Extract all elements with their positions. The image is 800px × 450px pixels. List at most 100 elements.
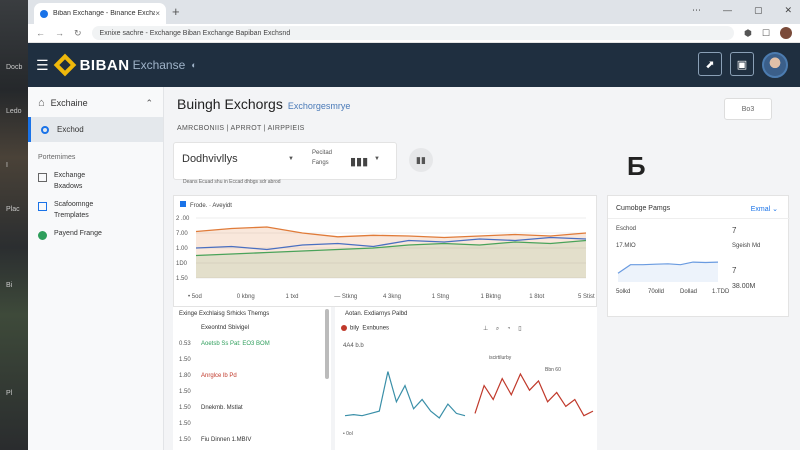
x-tick-label: 1.TDD — [712, 289, 730, 295]
new-tab-button[interactable]: + — [172, 4, 180, 19]
series-line — [474, 372, 594, 417]
brand-logo-icon — [53, 53, 76, 77]
row-text: Exeontnd Sbivigel — [201, 325, 250, 331]
reload-icon[interactable]: ↻ — [74, 28, 82, 39]
desktop-label: Pl — [6, 390, 13, 397]
desktop-label: I — [6, 162, 8, 169]
sidebar-item-templates[interactable]: Scafoomnge Tremplates — [28, 196, 163, 225]
desktop-label: Ledo — [6, 108, 22, 115]
row-text: Aoetsb Ss Pat: EO3 BOM — [201, 341, 270, 347]
pause-button[interactable]: ▮▮ — [409, 148, 433, 172]
page-subtitle: Exchorgesmrye — [287, 101, 351, 111]
filter-bar: Dodhvivllys ▼ Pecitad Fangs ▮▮▮ ▼ — [173, 142, 397, 180]
themes-list-panel: Exinge Exchlaisg Srhicks Themgs Exeontnd… — [173, 307, 331, 450]
profile-avatar[interactable] — [780, 27, 792, 39]
bar-chart-icon[interactable]: ▮▮▮ — [350, 155, 368, 168]
desktop-label: Bi — [6, 282, 13, 289]
x-tick-label: 1 8tot — [529, 294, 544, 300]
list-item[interactable]: 0.53 Aoetsb Ss Pat: EO3 BOM — [179, 341, 270, 347]
main-content: Buingh Exchorgs Exchorgesmrye Bo3 AMRCBON… — [165, 87, 800, 450]
y-tick-label: 1.50 — [176, 276, 188, 282]
browser-toolbar: ← → ↻ Exnixe sachre - Exchange Biban Exc… — [28, 24, 800, 43]
chevron-down-icon[interactable]: ▼ — [288, 156, 294, 162]
list-item[interactable]: Exeontnd Sbivigel — [179, 325, 249, 331]
y-tick-label: 1.00 — [176, 246, 188, 252]
summary-card: Cumobge Pamgs Exmal ⌄ Eschod 7 17.MIO Sg… — [607, 195, 790, 318]
list-icon — [38, 173, 47, 182]
sidebar-item-label: Exchod — [57, 125, 84, 134]
desktop-label: Plac — [6, 206, 20, 213]
row-number: 1.80 — [179, 373, 191, 379]
circle-icon — [41, 125, 49, 134]
list-item[interactable]: 1.50 — [179, 389, 201, 395]
sidebar-item-payment[interactable]: Payend Frange — [28, 225, 163, 244]
summary-chart[interactable]: 5olkd 70olld Dollad 1.TDD — [608, 196, 790, 318]
back-icon[interactable]: ← — [36, 28, 45, 38]
volatility-chart[interactable] — [335, 307, 597, 450]
url-text: Exnixe sachre - Exchange Biban Exchange … — [99, 29, 291, 37]
row-number: 1.50 — [179, 357, 191, 363]
window-controls: ⋯ — ▢ ✕ — [692, 5, 792, 16]
row-text: Anrglce lb Pd — [201, 373, 237, 379]
scrollbar[interactable] — [325, 309, 329, 379]
brand-glyph-icon: Ƃ — [627, 151, 646, 181]
price-chart[interactable]: 2 .00 7.00 1.00 1D0 1.50 • 5od 0 kbng 1 txd — St… — [174, 196, 598, 308]
sidebar-item-label: Exchange Bxadows — [54, 172, 86, 190]
browser-tab[interactable]: Biban Exchange - Binance Exchange × — [34, 3, 166, 24]
desktop-background: Docb Ledo I Plac Bi Pl — [0, 0, 28, 450]
sidebar-item-exchange[interactable]: Exchange Bxadows — [28, 167, 163, 196]
row-number: 1.50 — [179, 389, 191, 395]
menu-icon[interactable]: ☰ — [36, 57, 49, 74]
price-chart-card: Frode. · Aveyidt 2 .00 7.00 1.00 1D0 1.50 • 5… — [173, 195, 597, 307]
favicon-icon — [40, 9, 48, 18]
list-item[interactable]: 1.80 Anrglce lb Pd — [179, 373, 237, 379]
sidebar-header-label: Exchaine — [50, 98, 88, 108]
menu-dots-icon[interactable]: ⋯ — [692, 5, 701, 16]
row-text: Dnekmb. Mstlat — [201, 405, 243, 411]
panel-title: Exinge Exchlaisg Srhicks Themgs — [179, 311, 270, 317]
breadcrumb[interactable]: AMRCBONIIS | APRROT | AIRPPIEIS — [177, 125, 305, 132]
x-tick-label: 1 Stng — [432, 294, 449, 300]
list-item[interactable]: 1.50 — [179, 357, 201, 363]
maximize-icon[interactable]: ▢ — [754, 5, 763, 16]
sidebar-item-active[interactable]: Exchod — [28, 117, 163, 142]
extension-icon[interactable]: ⬢ — [744, 28, 752, 39]
close-window-icon[interactable]: ✕ — [784, 5, 792, 16]
x-tick-label: • 5od — [188, 294, 202, 300]
user-avatar[interactable] — [762, 52, 788, 78]
page-title: Buingh Exchorgs Exchorgesmrye — [177, 96, 351, 112]
minimize-icon[interactable]: — — [723, 5, 732, 16]
theme-icon[interactable]: ◐ — [191, 60, 196, 70]
volatility-chart-panel: Aotan. Exdiarnys Palbd bily Exnbunes ⊥ ⌕… — [335, 307, 597, 450]
y-tick-label: 1D0 — [176, 261, 188, 267]
close-tab-icon[interactable]: × — [155, 9, 160, 18]
x-tick-label: 5olkd — [616, 289, 630, 295]
x-tick-label: 4 3kng — [383, 294, 401, 300]
top-right-button[interactable]: Bo3 — [724, 98, 772, 120]
sidebar: ⌂ Exchaine ⌃ Exchod Portemimes Exchange B… — [28, 87, 164, 450]
x-tick-label: 70olld — [648, 289, 664, 295]
forward-icon[interactable]: → — [55, 28, 64, 38]
row-number: 1.50 — [179, 405, 191, 411]
list-item[interactable]: 1.50 Fiu Dinnen 1.MBIV — [179, 437, 251, 443]
row-number: 1.50 — [179, 421, 191, 427]
y-tick-label: 2 .00 — [176, 216, 190, 222]
chevron-up-icon[interactable]: ⌃ — [145, 98, 153, 109]
series-line — [344, 371, 466, 419]
extension-icon[interactable]: ☐ — [762, 28, 770, 39]
list-item[interactable]: 1.50 — [179, 421, 201, 427]
wallet-button[interactable]: ▣ — [730, 52, 754, 76]
market-select[interactable]: Dodhvivllys — [182, 153, 238, 165]
chevron-down-icon[interactable]: ▼ — [374, 156, 380, 162]
filter-note: Deans Ecuad shu in Eccad dhbgs sdr abrod — [183, 179, 281, 185]
sidebar-header[interactable]: ⌂ Exchaine ⌃ — [28, 87, 163, 117]
sidebar-item-label: Scafoomnge Tremplates — [54, 201, 94, 219]
sidebar-item-label: Payend Frange — [54, 230, 102, 237]
header-actions: ⬈ ▣ — [698, 52, 788, 78]
chart-action-button[interactable]: ⬈ — [698, 52, 722, 76]
address-bar[interactable]: Exnixe sachre - Exchange Biban Exchange … — [91, 26, 735, 40]
x-tick-label: 1 Bktng — [481, 294, 501, 300]
list-item[interactable]: 1.50 Dnekmb. Mstlat — [179, 405, 243, 411]
tab-title: Biban Exchange - Binance Exchange — [53, 10, 156, 17]
x-tick-label: Dollad — [680, 289, 697, 295]
